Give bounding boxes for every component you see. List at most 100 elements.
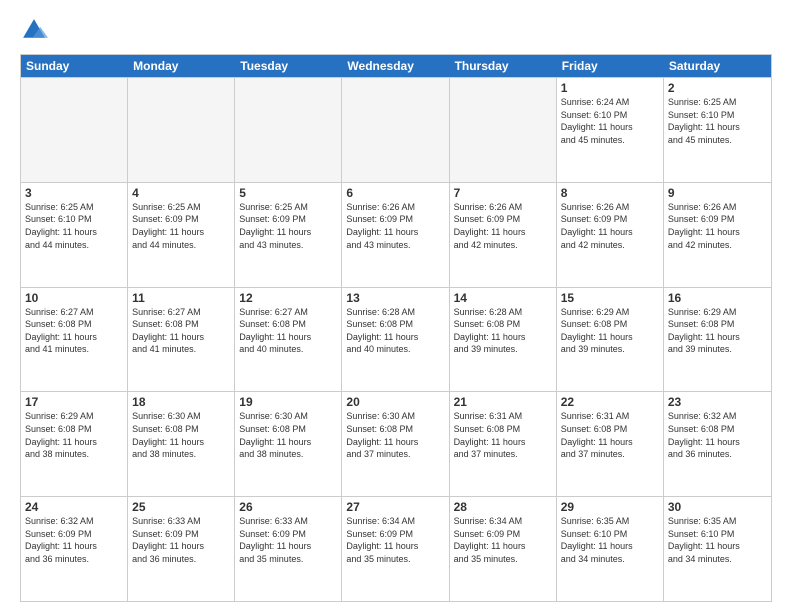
cell-info: Sunrise: 6:30 AM Sunset: 6:08 PM Dayligh… [346,410,444,460]
day-number: 6 [346,186,444,200]
cell-info: Sunrise: 6:29 AM Sunset: 6:08 PM Dayligh… [25,410,123,460]
day-number: 8 [561,186,659,200]
cell-info: Sunrise: 6:25 AM Sunset: 6:09 PM Dayligh… [132,201,230,251]
cell-info: Sunrise: 6:34 AM Sunset: 6:09 PM Dayligh… [346,515,444,565]
cal-cell-2: 2 Sunrise: 6:25 AM Sunset: 6:10 PM Dayli… [664,78,771,182]
cal-cell-7: 7 Sunrise: 6:26 AM Sunset: 6:09 PM Dayli… [450,183,557,287]
day-number: 5 [239,186,337,200]
cal-cell-27: 27 Sunrise: 6:34 AM Sunset: 6:09 PM Dayl… [342,497,449,601]
day-number: 18 [132,395,230,409]
calendar-header: SundayMondayTuesdayWednesdayThursdayFrid… [21,55,771,77]
day-number: 12 [239,291,337,305]
cell-info: Sunrise: 6:34 AM Sunset: 6:09 PM Dayligh… [454,515,552,565]
cal-cell-20: 20 Sunrise: 6:30 AM Sunset: 6:08 PM Dayl… [342,392,449,496]
cell-info: Sunrise: 6:25 AM Sunset: 6:10 PM Dayligh… [668,96,767,146]
week-row-1: 1 Sunrise: 6:24 AM Sunset: 6:10 PM Dayli… [21,77,771,182]
logo [20,16,52,44]
cell-info: Sunrise: 6:26 AM Sunset: 6:09 PM Dayligh… [454,201,552,251]
cell-info: Sunrise: 6:35 AM Sunset: 6:10 PM Dayligh… [668,515,767,565]
cell-info: Sunrise: 6:30 AM Sunset: 6:08 PM Dayligh… [239,410,337,460]
day-number: 11 [132,291,230,305]
cell-info: Sunrise: 6:27 AM Sunset: 6:08 PM Dayligh… [239,306,337,356]
day-of-week-thursday: Thursday [450,55,557,77]
day-number: 4 [132,186,230,200]
day-number: 19 [239,395,337,409]
day-number: 7 [454,186,552,200]
cell-info: Sunrise: 6:26 AM Sunset: 6:09 PM Dayligh… [561,201,659,251]
week-row-4: 17 Sunrise: 6:29 AM Sunset: 6:08 PM Dayl… [21,391,771,496]
day-number: 24 [25,500,123,514]
day-number: 22 [561,395,659,409]
cell-info: Sunrise: 6:33 AM Sunset: 6:09 PM Dayligh… [132,515,230,565]
day-number: 21 [454,395,552,409]
day-of-week-monday: Monday [128,55,235,77]
cal-cell-5: 5 Sunrise: 6:25 AM Sunset: 6:09 PM Dayli… [235,183,342,287]
cal-cell-28: 28 Sunrise: 6:34 AM Sunset: 6:09 PM Dayl… [450,497,557,601]
cal-cell-4: 4 Sunrise: 6:25 AM Sunset: 6:09 PM Dayli… [128,183,235,287]
day-number: 20 [346,395,444,409]
day-number: 28 [454,500,552,514]
day-number: 9 [668,186,767,200]
cal-cell-empty-1 [128,78,235,182]
cell-info: Sunrise: 6:33 AM Sunset: 6:09 PM Dayligh… [239,515,337,565]
header [20,16,772,44]
day-number: 14 [454,291,552,305]
cal-cell-30: 30 Sunrise: 6:35 AM Sunset: 6:10 PM Dayl… [664,497,771,601]
day-number: 15 [561,291,659,305]
cell-info: Sunrise: 6:27 AM Sunset: 6:08 PM Dayligh… [132,306,230,356]
day-number: 1 [561,81,659,95]
cell-info: Sunrise: 6:25 AM Sunset: 6:09 PM Dayligh… [239,201,337,251]
cal-cell-17: 17 Sunrise: 6:29 AM Sunset: 6:08 PM Dayl… [21,392,128,496]
cell-info: Sunrise: 6:31 AM Sunset: 6:08 PM Dayligh… [454,410,552,460]
cal-cell-8: 8 Sunrise: 6:26 AM Sunset: 6:09 PM Dayli… [557,183,664,287]
cal-cell-22: 22 Sunrise: 6:31 AM Sunset: 6:08 PM Dayl… [557,392,664,496]
cal-cell-21: 21 Sunrise: 6:31 AM Sunset: 6:08 PM Dayl… [450,392,557,496]
day-of-week-friday: Friday [557,55,664,77]
day-number: 3 [25,186,123,200]
cal-cell-13: 13 Sunrise: 6:28 AM Sunset: 6:08 PM Dayl… [342,288,449,392]
cell-info: Sunrise: 6:26 AM Sunset: 6:09 PM Dayligh… [668,201,767,251]
day-number: 2 [668,81,767,95]
logo-icon [20,16,48,44]
cell-info: Sunrise: 6:29 AM Sunset: 6:08 PM Dayligh… [668,306,767,356]
day-of-week-wednesday: Wednesday [342,55,449,77]
day-number: 13 [346,291,444,305]
cal-cell-9: 9 Sunrise: 6:26 AM Sunset: 6:09 PM Dayli… [664,183,771,287]
day-of-week-saturday: Saturday [664,55,771,77]
cal-cell-24: 24 Sunrise: 6:32 AM Sunset: 6:09 PM Dayl… [21,497,128,601]
cal-cell-14: 14 Sunrise: 6:28 AM Sunset: 6:08 PM Dayl… [450,288,557,392]
cell-info: Sunrise: 6:28 AM Sunset: 6:08 PM Dayligh… [346,306,444,356]
cal-cell-18: 18 Sunrise: 6:30 AM Sunset: 6:08 PM Dayl… [128,392,235,496]
cell-info: Sunrise: 6:31 AM Sunset: 6:08 PM Dayligh… [561,410,659,460]
cal-cell-23: 23 Sunrise: 6:32 AM Sunset: 6:08 PM Dayl… [664,392,771,496]
day-of-week-sunday: Sunday [21,55,128,77]
cal-cell-empty-4 [450,78,557,182]
day-number: 16 [668,291,767,305]
day-number: 17 [25,395,123,409]
cal-cell-empty-2 [235,78,342,182]
cell-info: Sunrise: 6:28 AM Sunset: 6:08 PM Dayligh… [454,306,552,356]
page: SundayMondayTuesdayWednesdayThursdayFrid… [0,0,792,612]
day-number: 30 [668,500,767,514]
calendar-body: 1 Sunrise: 6:24 AM Sunset: 6:10 PM Dayli… [21,77,771,601]
cal-cell-3: 3 Sunrise: 6:25 AM Sunset: 6:10 PM Dayli… [21,183,128,287]
cal-cell-empty-0 [21,78,128,182]
cal-cell-12: 12 Sunrise: 6:27 AM Sunset: 6:08 PM Dayl… [235,288,342,392]
cal-cell-11: 11 Sunrise: 6:27 AM Sunset: 6:08 PM Dayl… [128,288,235,392]
day-of-week-tuesday: Tuesday [235,55,342,77]
cal-cell-10: 10 Sunrise: 6:27 AM Sunset: 6:08 PM Dayl… [21,288,128,392]
cell-info: Sunrise: 6:24 AM Sunset: 6:10 PM Dayligh… [561,96,659,146]
cal-cell-16: 16 Sunrise: 6:29 AM Sunset: 6:08 PM Dayl… [664,288,771,392]
day-number: 26 [239,500,337,514]
cal-cell-26: 26 Sunrise: 6:33 AM Sunset: 6:09 PM Dayl… [235,497,342,601]
week-row-5: 24 Sunrise: 6:32 AM Sunset: 6:09 PM Dayl… [21,496,771,601]
cal-cell-29: 29 Sunrise: 6:35 AM Sunset: 6:10 PM Dayl… [557,497,664,601]
cal-cell-15: 15 Sunrise: 6:29 AM Sunset: 6:08 PM Dayl… [557,288,664,392]
calendar: SundayMondayTuesdayWednesdayThursdayFrid… [20,54,772,602]
cell-info: Sunrise: 6:25 AM Sunset: 6:10 PM Dayligh… [25,201,123,251]
day-number: 25 [132,500,230,514]
cell-info: Sunrise: 6:26 AM Sunset: 6:09 PM Dayligh… [346,201,444,251]
cal-cell-19: 19 Sunrise: 6:30 AM Sunset: 6:08 PM Dayl… [235,392,342,496]
day-number: 29 [561,500,659,514]
cell-info: Sunrise: 6:29 AM Sunset: 6:08 PM Dayligh… [561,306,659,356]
